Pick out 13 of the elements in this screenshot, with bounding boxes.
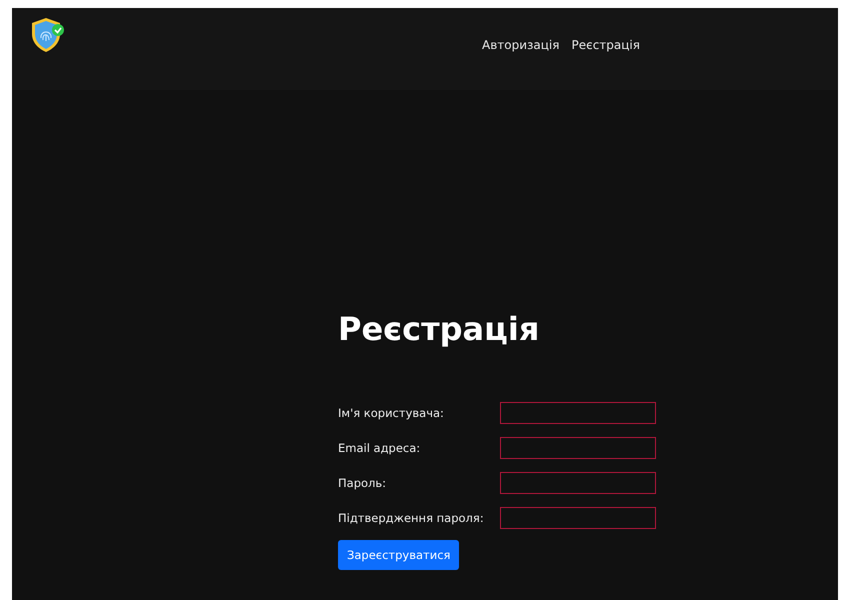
input-field[interactable]: [500, 507, 656, 529]
nav-link[interactable]: Реєстрація: [571, 38, 640, 52]
shield-fingerprint-logo[interactable]: [30, 16, 66, 54]
input-field[interactable]: [500, 472, 656, 494]
input-field[interactable]: [500, 402, 656, 424]
page-title: Реєстрація: [338, 310, 540, 348]
field-label: Email адреса:: [338, 441, 422, 455]
nav-link[interactable]: Авторизація: [482, 38, 560, 52]
field-label: Підтвердження пароля:: [338, 511, 485, 525]
field-label: Пароль:: [338, 476, 388, 490]
field-label: Ім'я користувача:: [338, 406, 445, 420]
register-button[interactable]: Зареєструватися: [338, 540, 460, 570]
input-field[interactable]: [500, 437, 656, 459]
